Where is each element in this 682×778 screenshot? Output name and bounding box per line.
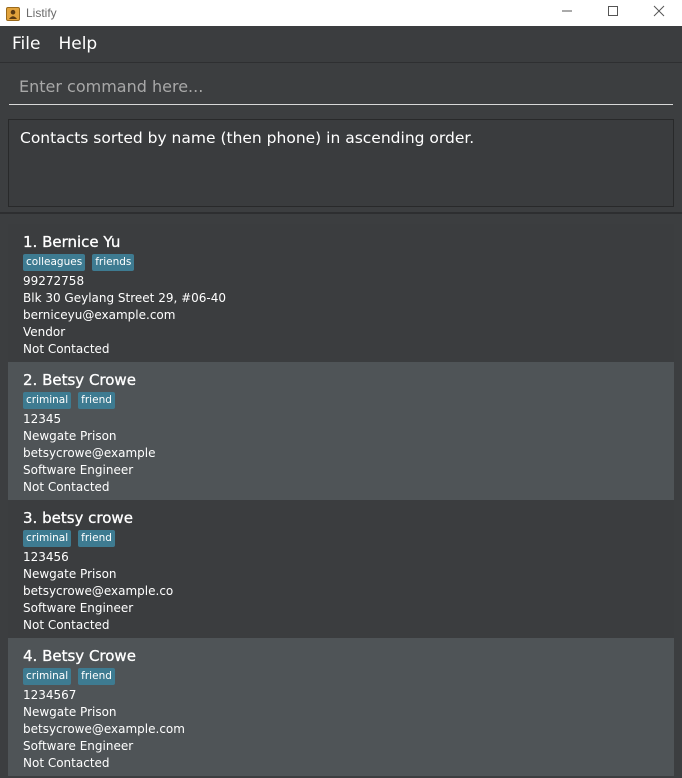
command-box — [0, 63, 682, 113]
person-address: Blk 30 Geylang Street 29, #06-40 — [23, 291, 227, 305]
close-icon[interactable] — [636, 0, 682, 22]
person-phone: 1234567 — [23, 688, 77, 702]
person-name: 3. betsy crowe — [23, 509, 133, 527]
tag: friends — [92, 254, 135, 271]
minimize-icon[interactable] — [544, 0, 590, 22]
app-icon — [6, 6, 20, 21]
command-input[interactable] — [9, 69, 673, 105]
person-card[interactable]: 1. Bernice Yu colleagues friends 9927275… — [8, 224, 674, 362]
person-role: Software Engineer — [23, 601, 134, 615]
person-address: Newgate Prison — [23, 567, 117, 581]
person-status: Not Contacted — [23, 342, 110, 356]
tag-list: colleagues friends — [23, 254, 674, 272]
tag: friend — [78, 530, 115, 547]
person-status: Not Contacted — [23, 480, 110, 494]
result-display[interactable]: Contacts sorted by name (then phone) in … — [8, 119, 674, 207]
menu-file[interactable]: File — [12, 34, 40, 54]
person-status: Not Contacted — [23, 756, 110, 770]
maximize-icon[interactable] — [590, 0, 636, 22]
person-role: Software Engineer — [23, 463, 134, 477]
title-bar: Listify — [0, 0, 682, 26]
person-status: Not Contacted — [23, 618, 110, 632]
app-window: Listify File Help Contacts sorted by nam… — [0, 0, 682, 778]
tag: criminal — [23, 668, 72, 685]
person-name: 1. Bernice Yu — [23, 233, 121, 251]
person-email: berniceyu@example.com — [23, 308, 176, 322]
divider — [0, 212, 682, 214]
person-role: Software Engineer — [23, 739, 134, 753]
window-title: Listify — [26, 6, 57, 20]
person-phone: 99272758 — [23, 274, 85, 288]
tag: criminal — [23, 530, 72, 547]
person-address: Newgate Prison — [23, 429, 117, 443]
person-email: betsycrowe@example.com — [23, 722, 185, 736]
person-email: betsycrowe@example.co — [23, 584, 174, 598]
person-phone: 123456 — [23, 550, 69, 564]
person-address: Newgate Prison — [23, 705, 117, 719]
person-card[interactable]: 4. Betsy Crowe criminal friend 1234567 N… — [8, 638, 674, 776]
person-name: 4. Betsy Crowe — [23, 647, 136, 665]
window-controls — [544, 0, 682, 26]
person-name: 2. Betsy Crowe — [23, 371, 136, 389]
tag: friend — [78, 392, 115, 409]
result-message: Contacts sorted by name (then phone) in … — [20, 129, 475, 147]
person-card[interactable]: 3. betsy crowe criminal friend 123456 Ne… — [8, 500, 674, 638]
tag-list: criminal friend — [23, 530, 674, 548]
tag-list: criminal friend — [23, 392, 674, 410]
person-list[interactable]: 1. Bernice Yu colleagues friends 9927275… — [8, 224, 674, 776]
tag-list: criminal friend — [23, 668, 674, 686]
tag: colleagues — [23, 254, 86, 271]
person-role: Vendor — [23, 325, 66, 339]
tag: friend — [78, 668, 115, 685]
person-email: betsycrowe@example — [23, 446, 156, 460]
menu-bar: File Help — [0, 26, 682, 63]
person-phone: 12345 — [23, 412, 62, 426]
menu-help[interactable]: Help — [58, 34, 97, 54]
tag: criminal — [23, 392, 72, 409]
person-card[interactable]: 2. Betsy Crowe criminal friend 12345 New… — [8, 362, 674, 500]
